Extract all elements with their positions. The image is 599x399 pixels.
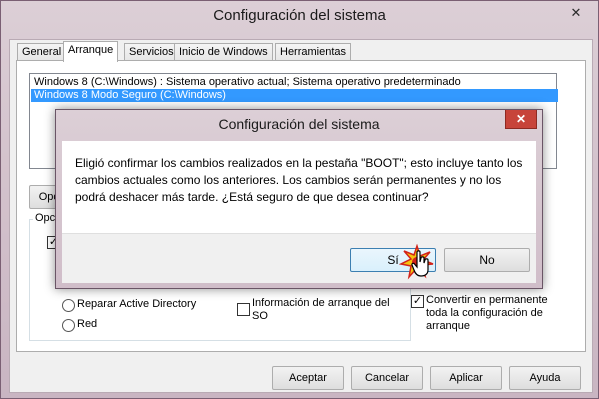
cancel-button[interactable]: Cancelar (351, 366, 423, 390)
help-button[interactable]: Ayuda (509, 366, 581, 390)
no-button[interactable]: No (444, 248, 530, 272)
tab-arranque[interactable]: Arranque (63, 41, 119, 62)
boot-options-group-label: Opc (33, 212, 58, 224)
repair-ad-label: Reparar Active Directory (77, 298, 197, 310)
dialog-body: Eligió confirmar los cambios realizados … (62, 141, 536, 233)
network-radio[interactable] (62, 319, 75, 332)
apply-button[interactable]: Aplicar (430, 366, 502, 390)
accept-button[interactable]: Aceptar (272, 366, 344, 390)
dialog-message: Eligió confirmar los cambios realizados … (75, 156, 523, 204)
os-list-item[interactable]: Windows 8 (C:\Windows) : Sistema operati… (31, 76, 558, 89)
tab-servicios[interactable]: Servicios (124, 43, 179, 61)
window-title: Configuración del sistema (213, 7, 386, 24)
network-label: Red (77, 318, 98, 330)
make-permanent-checkbox[interactable]: ✓ (411, 295, 424, 308)
window-close-button[interactable]: ✕ (562, 5, 590, 21)
make-permanent-label: Convertir en permanente toda la configur… (426, 294, 548, 332)
tab-inicio-windows[interactable]: Inicio de Windows (174, 43, 273, 61)
os-boot-info-label: Información de arranque del SO (252, 297, 390, 322)
repair-ad-radio[interactable] (62, 299, 75, 312)
hand-cursor-icon (411, 250, 429, 277)
tab-herramientas[interactable]: Herramientas (275, 43, 352, 61)
dialog-title: Configuración del sistema (218, 116, 380, 132)
os-boot-info-checkbox[interactable] (237, 303, 250, 316)
tab-general[interactable]: General (17, 43, 67, 61)
confirm-dialog: Configuración del sistema ✕ Eligió confi… (55, 109, 543, 289)
os-list-item-selected[interactable]: Windows 8 Modo Seguro (C:\Windows) (31, 89, 558, 102)
dialog-close-button[interactable]: ✕ (505, 110, 537, 129)
dialog-footer: Sí No (62, 233, 536, 283)
